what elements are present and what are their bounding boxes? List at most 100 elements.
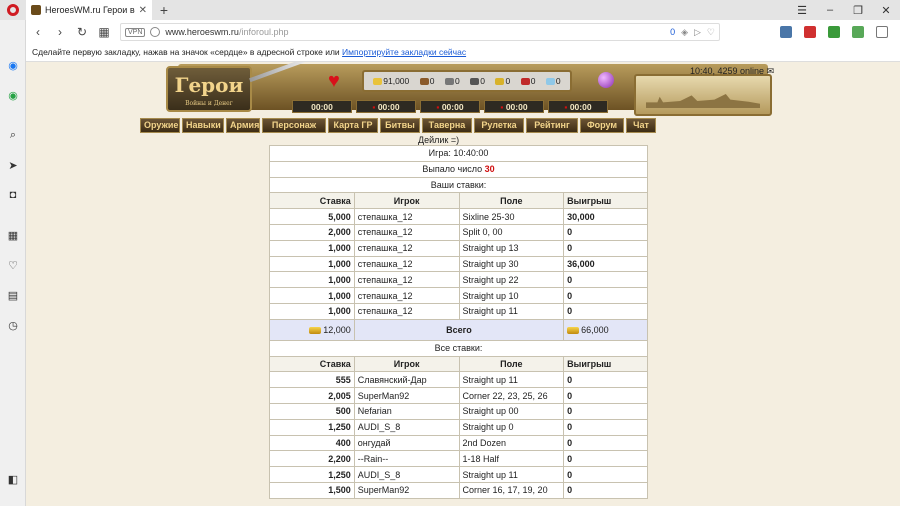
bet-player[interactable]: степашка_12	[353, 255, 460, 273]
search-icon[interactable]: ⌕	[6, 128, 20, 142]
camera-icon[interactable]: ◘	[6, 188, 20, 202]
bet-win: 0	[563, 450, 648, 468]
bet-win: 0	[563, 418, 648, 436]
bet-row: 1,000 степашка_12 Straight up 22 0	[269, 271, 648, 289]
bet-player[interactable]: степашка_12	[353, 223, 460, 241]
resource-crystals: 0	[520, 76, 535, 86]
menu-map[interactable]: Карта ГР	[328, 118, 378, 133]
your-bets-title-cell: Ваши ставки:	[269, 176, 648, 194]
bet-player[interactable]: AUDI_S_8	[353, 466, 460, 483]
menu-tavern[interactable]: Таверна	[422, 118, 472, 133]
bet-player[interactable]: Славянский-Дар	[353, 371, 460, 389]
menu-forum[interactable]: Форум	[580, 118, 624, 133]
menu-weapons[interactable]: Оружие	[140, 118, 180, 133]
bet-player[interactable]: SuperMan92	[353, 481, 460, 499]
mail-icon[interactable]: ✉	[767, 66, 775, 76]
extensions	[780, 26, 896, 38]
menu-rating[interactable]: Рейтинг	[526, 118, 578, 133]
download-extension-icon[interactable]	[828, 26, 840, 38]
result-prefix: Выпало число	[422, 164, 485, 175]
bet-player[interactable]: степашка_12	[353, 208, 460, 225]
castle-silhouette	[646, 94, 760, 108]
bet-player[interactable]: Nefarian	[353, 402, 460, 420]
col-field-header: Поле	[458, 192, 565, 210]
mana-orb-icon[interactable]	[598, 72, 614, 88]
close-window-icon[interactable]: ✕	[872, 4, 900, 17]
health-heart-icon[interactable]: ♥	[328, 70, 340, 93]
bet-player[interactable]: AUDI_S_8	[353, 418, 460, 436]
minimize-icon[interactable]: –	[816, 4, 844, 17]
menu-battles[interactable]: Битвы	[380, 118, 420, 133]
heart-icon[interactable]: ♡	[6, 258, 20, 272]
bookmark-heart-icon[interactable]: ♡	[707, 27, 715, 38]
bet-amount: 2,000	[269, 223, 355, 241]
bet-player[interactable]: степашка_12	[353, 271, 460, 289]
result-row: Выпало число 30	[269, 160, 648, 178]
sidebar-toggle-icon[interactable]: ◧	[6, 472, 20, 486]
menu-roulette[interactable]: Рулетка	[474, 118, 524, 133]
castle-picture[interactable]	[634, 74, 772, 116]
bet-row: 2,200 --Rain-- 1-18 Half 0	[269, 450, 648, 468]
bet-player[interactable]: SuperMan92	[353, 387, 460, 404]
game-time-row: Игра: 10:40:00	[269, 145, 648, 162]
bet-player[interactable]: --Rain--	[353, 450, 460, 468]
menu-character[interactable]: Персонаж	[262, 118, 326, 133]
bet-win: 0	[563, 402, 648, 420]
bet-player[interactable]: онгудай	[353, 434, 460, 452]
send-icon[interactable]: ➤	[6, 158, 20, 172]
bet-player[interactable]: степашка_12	[353, 239, 460, 257]
timer: ▪ 00:00	[484, 100, 544, 113]
tab-menu-icon[interactable]: ☰	[788, 4, 816, 17]
history-icon[interactable]: ◷	[6, 318, 20, 332]
menu-skills[interactable]: Навыки	[182, 118, 224, 133]
tab-title: HeroesWM.ru Герои войн	[45, 5, 135, 15]
extension-icon[interactable]	[852, 26, 864, 38]
gold-icon	[373, 78, 383, 86]
whatsapp-icon[interactable]: ◉	[6, 88, 20, 102]
bet-row: 1,250 AUDI_S_8 Straight up 00	[269, 418, 648, 436]
menu-army[interactable]: Армия	[226, 118, 260, 133]
bet-row: 500 Nefarian Straight up 00 0	[269, 402, 648, 420]
share-icon[interactable]: ▷	[694, 27, 701, 38]
downloads-icon[interactable]	[876, 26, 888, 38]
url-path: /inforoul.php	[238, 27, 289, 37]
bet-win: 0	[563, 239, 648, 257]
adblock-count[interactable]: 0	[670, 27, 675, 38]
browser-tab[interactable]: HeroesWM.ru Герои войн ✕	[26, 0, 152, 20]
timers: 00:00 ▪ 00:00 ▪ 00:00 ▪ 00:00 ▪ 00:00	[292, 100, 608, 113]
bet-player[interactable]: степашка_12	[353, 302, 460, 320]
opera-menu-button[interactable]	[0, 0, 26, 20]
restore-icon[interactable]: ❐	[844, 4, 872, 17]
game-logo[interactable]: Герои Войны и Денег	[166, 66, 252, 112]
bet-amount: 1,000	[269, 287, 355, 304]
menu-chat[interactable]: Чат	[626, 118, 656, 133]
url-actions: 0 ◈ ▷ ♡	[670, 27, 715, 38]
bet-win: 36,000	[563, 255, 648, 273]
timer: ▪ 00:00	[420, 100, 480, 113]
vpn-badge[interactable]: VPN	[125, 27, 146, 37]
mail-extension-icon[interactable]	[804, 26, 816, 38]
import-bookmarks-link[interactable]: Импортируйте закладки сейчас	[342, 47, 466, 57]
news-icon[interactable]: ▤	[6, 288, 20, 302]
forward-icon[interactable]: ›	[52, 25, 68, 39]
bet-field: Straight up 22	[458, 271, 565, 289]
bet-player[interactable]: степашка_12	[353, 287, 460, 304]
vk-extension-icon[interactable]	[780, 26, 792, 38]
bet-field: Straight up 11	[458, 302, 565, 320]
url-text[interactable]: www.heroeswm.ru/inforoul.php	[165, 27, 665, 37]
bookmarks-bar: Сделайте первую закладку, нажав на значо…	[26, 44, 900, 62]
address-bar[interactable]: VPN www.heroeswm.ru/inforoul.php 0 ◈ ▷ ♡	[120, 23, 720, 41]
mercury-icon	[470, 78, 480, 86]
tabs-grid-icon[interactable]: ▦	[96, 25, 112, 39]
bet-amount: 1,250	[269, 418, 355, 436]
shield-icon[interactable]: ◈	[681, 27, 688, 38]
close-tab-icon[interactable]: ✕	[139, 5, 147, 16]
reload-icon[interactable]: ↻	[74, 25, 90, 39]
speed-dial-icon[interactable]: ▦	[6, 228, 20, 242]
crystal-icon	[520, 78, 530, 86]
messenger-icon[interactable]: ◉	[6, 58, 20, 72]
back-icon[interactable]: ‹	[30, 25, 46, 39]
bet-amount: 5,000	[269, 208, 355, 225]
new-tab-button[interactable]: +	[152, 2, 176, 18]
bet-win: 0	[563, 371, 648, 389]
